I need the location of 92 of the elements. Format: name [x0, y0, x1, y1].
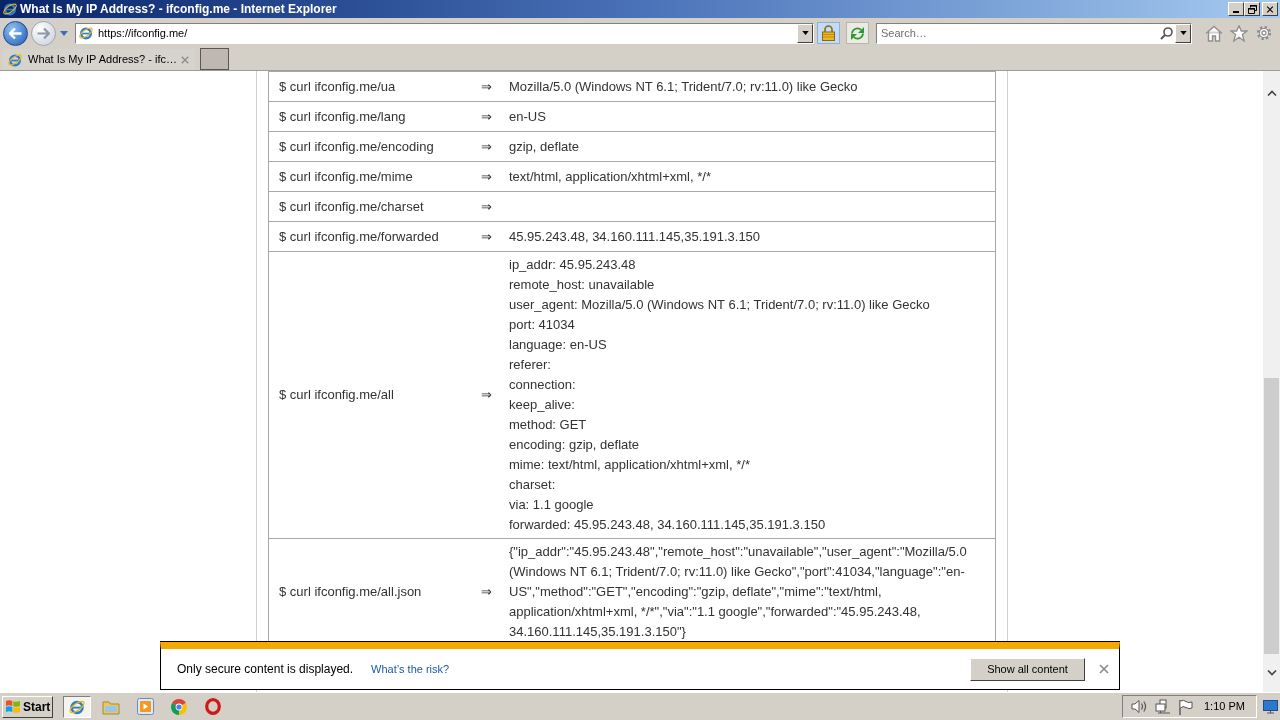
folder-icon [102, 698, 120, 715]
new-tab-button[interactable] [200, 48, 229, 70]
result-text: 45.95.243.48, 34.160.111.145,35.191.3.150 [509, 229, 761, 244]
result-line: connection: [509, 376, 576, 394]
show-all-content-button[interactable]: Show all content [970, 657, 1085, 681]
forward-button[interactable] [31, 20, 56, 46]
star-icon [1229, 24, 1248, 42]
command-text: $ curl ifconfig.me/forwarded [279, 227, 439, 246]
network-icon [1155, 698, 1172, 715]
caret-down-icon [801, 31, 809, 35]
command-text: $ curl ifconfig.me/lang [279, 107, 406, 126]
command-text: $ curl ifconfig.me/all [279, 386, 394, 405]
scrollbar[interactable] [1263, 71, 1280, 692]
arrow-symbol: ⇒ [481, 137, 492, 156]
result-line: mime: text/html, application/xhtml+xml, */* [509, 456, 750, 474]
search-icon [1159, 26, 1173, 40]
arrow-symbol: ⇒ [481, 197, 492, 216]
flag-icon [1178, 698, 1193, 715]
padlock-icon [822, 25, 835, 41]
favorites-button[interactable] [1229, 23, 1248, 43]
back-button[interactable] [3, 20, 28, 46]
search-button[interactable] [1158, 25, 1174, 41]
result-line: via: 1.1 google [509, 496, 594, 514]
close-icon [181, 55, 189, 64]
result-line: method: GET [509, 416, 587, 434]
browser-logo-icon [78, 25, 94, 41]
scrollbar-thumb[interactable] [1264, 378, 1279, 655]
speaker-icon [1131, 699, 1148, 714]
result-line: ip_addr: 45.95.243.48 [509, 256, 636, 274]
risk-link[interactable]: What’s the risk? [371, 660, 450, 678]
arrow-symbol: ⇒ [481, 167, 492, 186]
result-line: user_agent: Mozilla/5.0 (Windows NT 6.1; Trident/7.0; rv:11.0) like Gecko [509, 296, 930, 314]
flag-logo-icon [5, 699, 21, 714]
result-text: Mozilla/5.0 (Windows NT 6.1; Trident/7.0; rv:11.0) like Gecko [509, 79, 858, 94]
command-text: $ curl ifconfig.me/ua [279, 77, 396, 96]
chevron-down-icon [1266, 670, 1277, 677]
browser-tab[interactable]: What Is My IP Address? - ifc… [3, 49, 195, 70]
notification-message: Only secure content is displayed. [177, 661, 354, 678]
minimize-button[interactable] [1228, 2, 1244, 16]
result-line: forwarded: 45.95.243.48, 34.160.111.145,35.191.3.150 [509, 516, 826, 534]
command-text: $ curl ifconfig.me/all.json [279, 583, 422, 602]
restore-button[interactable] [1244, 2, 1260, 16]
circle-logo-icon [171, 698, 187, 715]
refresh-icon [850, 25, 865, 41]
arrow-symbol: ⇒ [481, 583, 492, 602]
result-line: charset: [509, 476, 556, 494]
restore-icon [1247, 4, 1257, 14]
window-title: What Is My IP Address? - ifconfig.me - Internet Explorer [20, 1, 337, 17]
refresh-button[interactable] [846, 22, 869, 44]
result-line: remote_host: unavailable [509, 276, 655, 294]
arrow-symbol: ⇒ [481, 227, 492, 246]
result-line: referer: [509, 356, 551, 374]
clock-text: 1:10 PM [1204, 699, 1245, 715]
caret-down-icon [1179, 31, 1187, 35]
result-line: encoding: gzip, deflate [509, 436, 640, 454]
close-button[interactable] [1262, 2, 1278, 16]
caret-down-icon [60, 30, 68, 36]
arrow-symbol: ⇒ [481, 107, 492, 126]
left-arrow-icon [9, 27, 22, 39]
settings-button[interactable] [1254, 23, 1273, 43]
result-text: text/html, application/xhtml+xml, */* [509, 169, 711, 184]
monitor-icon [1262, 699, 1278, 714]
result-line: keep_alive: [509, 396, 575, 414]
close-icon [1099, 664, 1109, 674]
result-text: gzip, deflate [509, 139, 580, 154]
security-lock-button[interactable] [817, 22, 840, 44]
taskbar-app-button[interactable] [63, 695, 91, 718]
media-player-icon [136, 698, 154, 715]
browser-logo-icon [2, 1, 18, 17]
command-text: $ curl ifconfig.me/encoding [279, 137, 434, 156]
browser-logo-icon [7, 51, 23, 68]
chevron-up-icon [1266, 89, 1277, 96]
result-line: port: 41034 [509, 316, 575, 334]
address-dropdown-button[interactable] [797, 23, 813, 43]
address-field[interactable]: https://ifconfig.me/ [75, 22, 814, 44]
command-text: $ curl ifconfig.me/mime [279, 167, 413, 186]
right-arrow-icon [37, 27, 50, 39]
result-line: language: en-US [509, 336, 607, 354]
start-button[interactable]: Start [2, 695, 53, 718]
search-dropdown-button[interactable] [1175, 23, 1191, 43]
search-field[interactable]: Search… [876, 22, 1192, 44]
arrow-symbol: ⇒ [481, 386, 492, 405]
result-text: {"ip_addr":"45.95.243.48","remote_host":"unavailable","user_agent":"Mozilla/5.0 (Windows NT 6.1; Trident/7.0; rv:11.0) like Gecko","port":41034,"language":"en-US","method":"GET","encoding":"gzip, deflate","mime":"text/html, application/xhtml+xml, */*","via":"1.1 google","forwarded":"45.95.243.48, 34.160.111.145,35.191.3.150"} [509, 543, 968, 641]
result-text: en-US [509, 109, 546, 124]
settings-icon [1254, 24, 1273, 42]
minimize-icon [1233, 11, 1239, 13]
ring-logo-icon [205, 698, 221, 715]
home-button[interactable] [1204, 23, 1223, 43]
close-icon [1266, 5, 1274, 13]
command-text: $ curl ifconfig.me/charset [279, 197, 424, 216]
home-icon [1204, 24, 1223, 42]
arrow-symbol: ⇒ [481, 77, 492, 96]
